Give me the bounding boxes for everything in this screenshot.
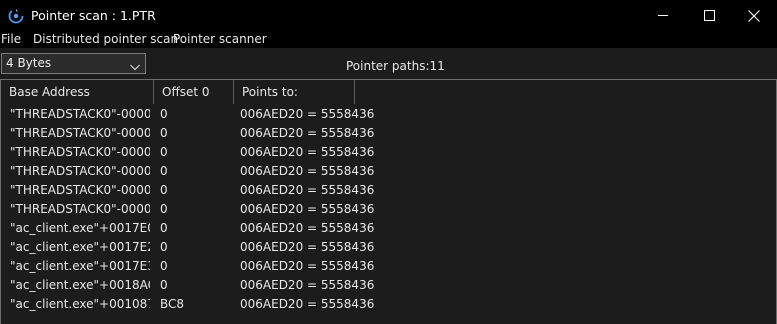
value-type-select[interactable]: 4 Bytes <box>1 53 146 74</box>
cell-base-address: "ac_client.exe"+0017E360 <box>10 259 150 273</box>
cell-points-to: 006AED20 = 5558436 <box>240 107 375 121</box>
cell-points-to: 006AED20 = 5558436 <box>240 202 375 216</box>
cell-base-address: "THREADSTACK0"-00000... <box>10 145 150 159</box>
cell-offset: 0 <box>160 221 168 235</box>
list-header: Base Address Offset 0 Points to: <box>1 80 776 104</box>
pointer-list[interactable]: Base Address Offset 0 Points to: "THREAD… <box>0 79 777 324</box>
cell-points-to: 006AED20 = 5558436 <box>240 221 375 235</box>
table-row[interactable]: "THREADSTACK0"-00000... 0 006AED20 = 555… <box>1 123 776 142</box>
close-icon <box>748 9 760 22</box>
cell-offset: 0 <box>160 278 168 292</box>
cell-offset: 0 <box>160 259 168 273</box>
cell-offset: 0 <box>160 202 168 216</box>
pointer-paths-count: Pointer paths:11 <box>346 59 445 73</box>
menu-file[interactable]: File <box>1 32 21 46</box>
cell-points-to: 006AED20 = 5558436 <box>240 297 375 311</box>
cell-base-address: "ac_client.exe"+0018AC00 <box>10 278 150 292</box>
menu-bar: File Distributed pointer scan Pointer sc… <box>0 31 777 48</box>
table-row[interactable]: "THREADSTACK0"-00000... 0 006AED20 = 555… <box>1 104 776 123</box>
table-row[interactable]: "ac_client.exe"+0017E254 0 006AED20 = 55… <box>1 237 776 256</box>
minimize-icon <box>657 10 669 21</box>
cell-points-to: 006AED20 = 5558436 <box>240 145 375 159</box>
cell-points-to: 006AED20 = 5558436 <box>240 183 375 197</box>
cell-base-address: "ac_client.exe"+00108738 <box>10 297 150 311</box>
cell-base-address: "THREADSTACK0"-00000... <box>10 126 150 140</box>
close-button[interactable] <box>731 0 777 31</box>
table-row[interactable]: "ac_client.exe"+0017E360 0 006AED20 = 55… <box>1 256 776 275</box>
toolbar: 4 Bytes Pointer paths:11 <box>0 48 777 79</box>
cell-points-to: 006AED20 = 5558436 <box>240 259 375 273</box>
cell-offset: 0 <box>160 145 168 159</box>
minimize-button[interactable] <box>640 0 686 31</box>
cell-points-to: 006AED20 = 5558436 <box>240 240 375 254</box>
column-offset-0[interactable]: Offset 0 <box>154 80 234 104</box>
column-points-to[interactable]: Points to: <box>234 80 355 104</box>
cell-base-address: "THREADSTACK0"-00000... <box>10 183 150 197</box>
menu-distributed-pointer-scan[interactable]: Distributed pointer scan <box>33 32 178 46</box>
cell-points-to: 006AED20 = 5558436 <box>240 164 375 178</box>
cell-offset: BC8 <box>160 297 185 311</box>
table-row[interactable]: "THREADSTACK0"-00000... 0 006AED20 = 555… <box>1 142 776 161</box>
cell-points-to: 006AED20 = 5558436 <box>240 126 375 140</box>
cell-points-to: 006AED20 = 5558436 <box>240 278 375 292</box>
table-row[interactable]: "THREADSTACK0"-00000... 0 006AED20 = 555… <box>1 161 776 180</box>
cell-base-address: "ac_client.exe"+0017E254 <box>10 240 150 254</box>
maximize-icon <box>703 10 715 21</box>
cell-base-address: "THREADSTACK0"-00000... <box>10 164 150 178</box>
table-row[interactable]: "THREADSTACK0"-00000... 0 006AED20 = 555… <box>1 199 776 218</box>
cell-offset: 0 <box>160 107 168 121</box>
cell-base-address: "ac_client.exe"+0017E0A8 <box>10 221 150 235</box>
cell-offset: 0 <box>160 126 168 140</box>
cell-base-address: "THREADSTACK0"-00000... <box>10 202 150 216</box>
cell-offset: 0 <box>160 240 168 254</box>
table-row[interactable]: "THREADSTACK0"-00000... 0 006AED20 = 555… <box>1 180 776 199</box>
menu-pointer-scanner[interactable]: Pointer scanner <box>173 32 267 46</box>
cell-base-address: "THREADSTACK0"-00000... <box>10 107 150 121</box>
column-base-address[interactable]: Base Address <box>1 80 154 104</box>
table-row[interactable]: "ac_client.exe"+0018AC00 0 006AED20 = 55… <box>1 275 776 294</box>
chevron-down-icon <box>130 60 140 74</box>
cheat-engine-icon <box>7 7 25 25</box>
value-type-selected: 4 Bytes <box>6 56 52 70</box>
cell-offset: 0 <box>160 164 168 178</box>
maximize-button[interactable] <box>686 0 732 31</box>
window-title: Pointer scan : 1.PTR <box>31 8 156 23</box>
title-bar: Pointer scan : 1.PTR <box>0 0 777 31</box>
table-row[interactable]: "ac_client.exe"+0017E0A8 0 006AED20 = 55… <box>1 218 776 237</box>
table-row[interactable]: "ac_client.exe"+00108738 BC8 006AED20 = … <box>1 294 776 313</box>
cell-offset: 0 <box>160 183 168 197</box>
